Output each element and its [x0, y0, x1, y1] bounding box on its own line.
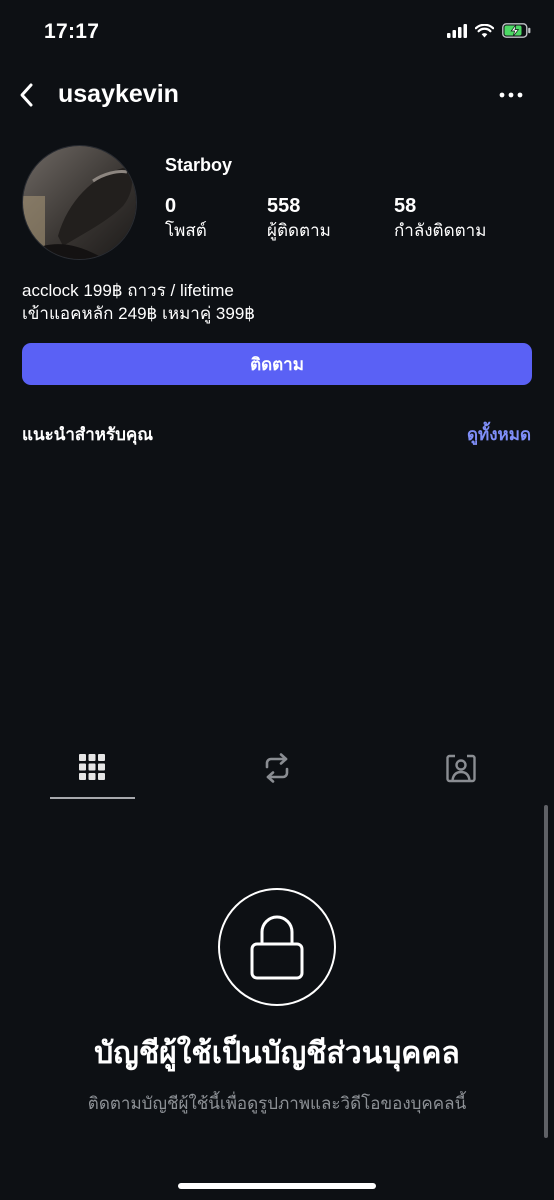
tagged-person-icon: [446, 754, 476, 783]
posts-count[interactable]: 0 โพสต์: [165, 194, 207, 243]
following-count-label: กำลังติดตาม: [394, 221, 487, 240]
wifi-icon: [474, 23, 495, 43]
profile-header: usaykevin: [0, 70, 554, 120]
tab-posts-grid[interactable]: [42, 745, 142, 799]
signal-icon: [447, 23, 467, 43]
following-count[interactable]: 58 กำลังติดตาม: [394, 194, 486, 243]
active-tab-indicator: [50, 797, 135, 799]
scrollbar[interactable]: [544, 805, 548, 1138]
posts-count-value: 0: [165, 195, 177, 217]
bio-line: เข้าแอคหลัก 249฿ เหมาคู่ 399฿: [22, 304, 256, 323]
lock-badge: [218, 888, 336, 1006]
repost-icon: [265, 753, 289, 783]
status-bar: 17:17: [0, 0, 554, 64]
battery-charging-icon: [502, 23, 532, 43]
private-account-subtitle: ติดตามบัญชีผู้ใช้นี้เพื่อดูรูปภาพและวิดี…: [87, 1094, 467, 1113]
more-horizontal-icon: [499, 92, 523, 98]
suggestions-title: แนะนำสำหรับคุณ: [22, 425, 154, 444]
bio-line: acclock 199฿ ถาวร / lifetime: [22, 281, 234, 300]
followers-count-value: 558: [267, 195, 301, 217]
home-indicator[interactable]: [178, 1183, 376, 1189]
more-options-button[interactable]: [496, 78, 526, 112]
lock-icon: [250, 915, 304, 980]
tab-reposts[interactable]: [227, 745, 327, 799]
posts-count-label: โพสต์: [165, 221, 207, 240]
profile-bio: acclock 199฿ ถาวร / lifetime เข้าแอคหลัก…: [22, 279, 255, 325]
followers-count[interactable]: 558 ผู้ติดตาม: [267, 194, 331, 243]
follow-button[interactable]: ติดตาม: [22, 343, 532, 385]
profile-screen: 17:17 usaykevin Starboy 0 โพสต์ 558 ผู้ต…: [0, 0, 554, 1200]
display-name: Starboy: [165, 155, 233, 175]
back-button[interactable]: [10, 78, 44, 112]
status-time: 17:17: [44, 20, 100, 43]
status-icons: [447, 22, 532, 44]
chevron-left-icon: [20, 83, 33, 107]
private-account-title: บัญชีผู้ใช้เป็นบัญชีส่วนบุคคล: [94, 1037, 460, 1070]
profile-tabs: [0, 745, 554, 801]
avatar[interactable]: [22, 145, 137, 260]
tab-tagged[interactable]: [411, 745, 511, 799]
grid-icon: [79, 754, 105, 780]
profile-username: usaykevin: [58, 80, 179, 108]
following-count-value: 58: [394, 195, 417, 217]
see-all-link[interactable]: ดูทั้งหมด: [467, 421, 531, 448]
followers-count-label: ผู้ติดตาม: [267, 221, 331, 240]
